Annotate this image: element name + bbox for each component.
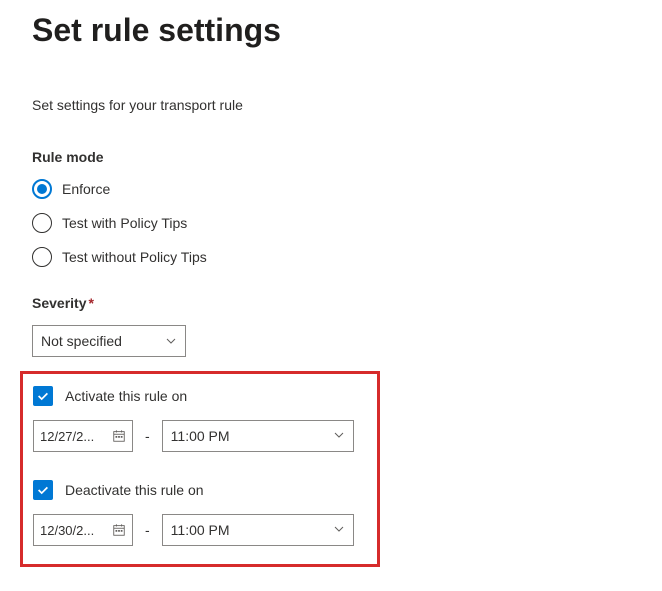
activate-date-field[interactable]: 12/27/2... (33, 420, 133, 452)
rule-mode-group: Enforce Test with Policy Tips Test witho… (32, 179, 630, 267)
radio-label: Test without Policy Tips (62, 249, 207, 265)
rule-mode-test-without-tips[interactable]: Test without Policy Tips (32, 247, 630, 267)
date-range-highlight: Activate this rule on 12/27/2... - 11:00… (20, 371, 380, 567)
activate-label: Activate this rule on (65, 388, 187, 404)
chevron-down-icon (333, 428, 345, 444)
page-subtitle: Set settings for your transport rule (32, 97, 630, 113)
activate-checkbox[interactable] (33, 386, 53, 406)
checkmark-icon (36, 389, 50, 403)
deactivate-checkbox[interactable] (33, 480, 53, 500)
radio-icon (32, 247, 52, 267)
severity-label: Severity* (32, 295, 630, 311)
activate-time-field[interactable]: 11:00 PM (162, 420, 354, 452)
deactivate-time-value: 11:00 PM (171, 522, 230, 538)
deactivate-date-field[interactable]: 12/30/2... (33, 514, 133, 546)
rule-mode-test-with-tips[interactable]: Test with Policy Tips (32, 213, 630, 233)
activate-datetime-row: 12/27/2... - 11:00 PM (33, 420, 367, 452)
deactivate-datetime-row: 12/30/2... - 11:00 PM (33, 514, 367, 546)
deactivate-checkbox-row[interactable]: Deactivate this rule on (33, 480, 367, 500)
date-time-separator: - (145, 428, 150, 444)
chevron-down-icon (333, 522, 345, 538)
deactivate-label: Deactivate this rule on (65, 482, 204, 498)
required-asterisk: * (88, 295, 93, 311)
activate-time-value: 11:00 PM (171, 428, 230, 444)
radio-label: Enforce (62, 181, 110, 197)
chevron-down-icon (165, 335, 177, 347)
rule-mode-label: Rule mode (32, 149, 630, 165)
checkmark-icon (36, 483, 50, 497)
radio-label: Test with Policy Tips (62, 215, 187, 231)
calendar-icon (112, 523, 126, 537)
activate-date-value: 12/27/2... (40, 429, 108, 444)
deactivate-date-value: 12/30/2... (40, 523, 108, 538)
radio-icon (32, 213, 52, 233)
page-title: Set rule settings (32, 12, 630, 49)
radio-icon (32, 179, 52, 199)
rule-mode-enforce[interactable]: Enforce (32, 179, 630, 199)
calendar-icon (112, 429, 126, 443)
severity-value: Not specified (41, 333, 122, 349)
severity-select[interactable]: Not specified (32, 325, 186, 357)
activate-checkbox-row[interactable]: Activate this rule on (33, 386, 367, 406)
date-time-separator: - (145, 522, 150, 538)
deactivate-time-field[interactable]: 11:00 PM (162, 514, 354, 546)
